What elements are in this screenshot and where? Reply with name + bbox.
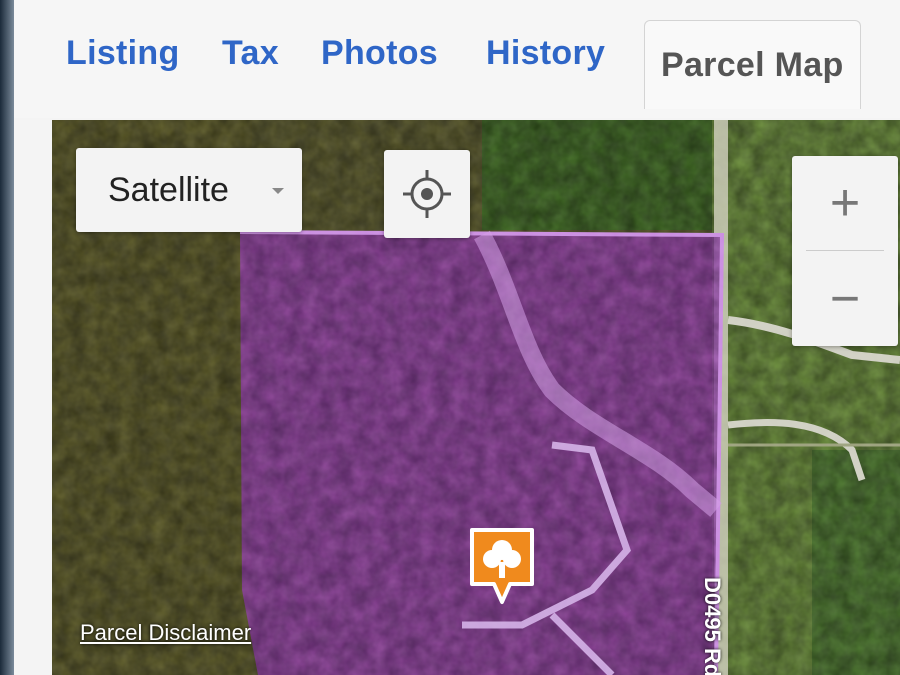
screen: Listing Tax Photos History Parcel Map Sa…: [0, 0, 900, 675]
parcel-disclaimer-link[interactable]: Parcel Disclaimer: [80, 620, 251, 646]
tab-photos[interactable]: Photos: [321, 34, 438, 73]
parcel-map[interactable]: Satellite + − Parcel Disclaimer D0495 Rd: [52, 120, 900, 675]
zoom-divider: [806, 250, 884, 251]
locate-button[interactable]: [384, 150, 470, 238]
chevron-down-icon: [272, 188, 284, 194]
zoom-in-button[interactable]: +: [792, 156, 898, 250]
tab-listing[interactable]: Listing: [66, 34, 180, 73]
road-label: D0495 Rd: [700, 577, 725, 675]
map-type-label: Satellite: [108, 171, 229, 209]
tab-tax[interactable]: Tax: [222, 34, 279, 73]
monitor-bezel: [0, 0, 14, 675]
zoom-control: + −: [792, 156, 898, 346]
property-marker[interactable]: [466, 526, 538, 608]
tab-history[interactable]: History: [486, 34, 605, 73]
tree-icon: [470, 528, 534, 604]
map-type-selector[interactable]: Satellite: [76, 148, 302, 232]
tab-parcel-map[interactable]: Parcel Map: [644, 20, 861, 109]
zoom-out-button[interactable]: −: [792, 252, 898, 346]
crosshair-icon: [403, 170, 451, 218]
tab-bar: Listing Tax Photos History Parcel Map: [14, 0, 900, 118]
